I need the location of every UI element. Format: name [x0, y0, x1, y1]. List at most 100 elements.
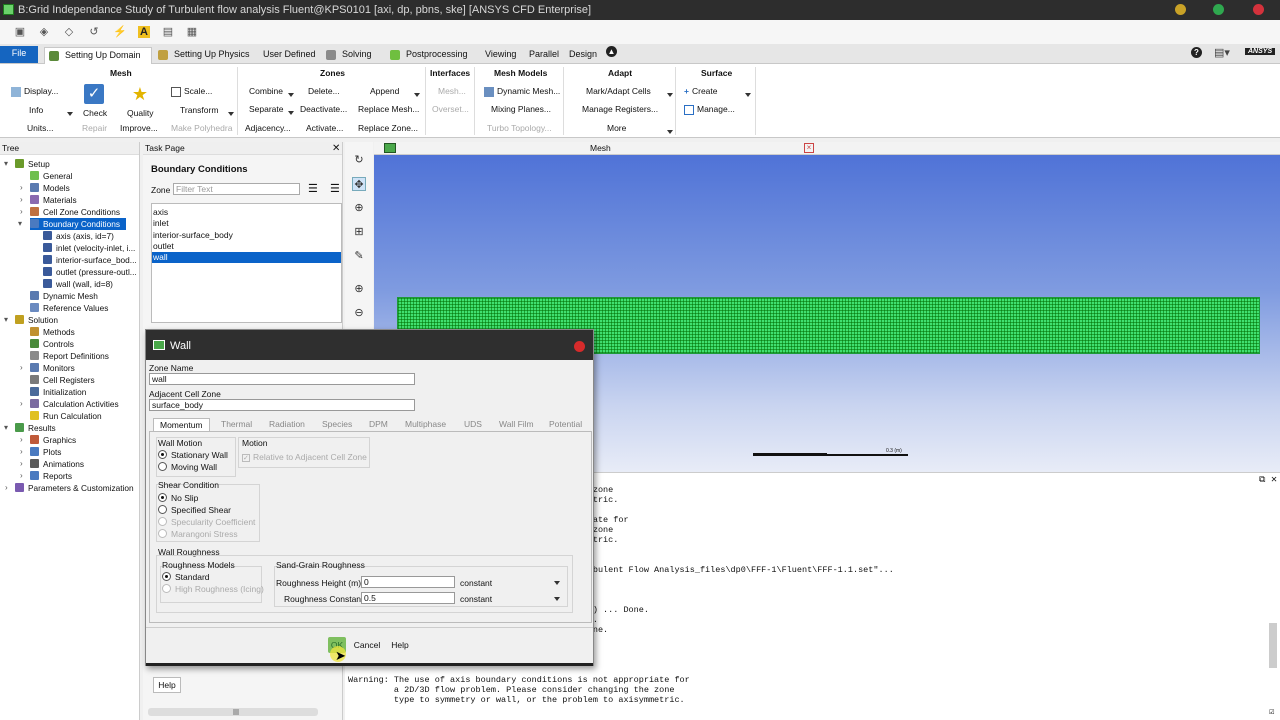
more-button[interactable]: More [607, 123, 626, 133]
marangoni-stress-radio[interactable]: Marangoni Stress [158, 529, 238, 539]
chevron-down-icon[interactable] [228, 112, 234, 116]
tree-item-general[interactable]: General [30, 170, 73, 182]
stationary-wall-radio[interactable]: Stationary Wall [158, 450, 228, 460]
moving-wall-radio[interactable]: Moving Wall [158, 462, 217, 472]
replace-mesh-button[interactable]: Replace Mesh... [358, 104, 419, 114]
new-file-icon[interactable]: ▣ [14, 26, 26, 38]
expand-toggle-icon[interactable]: › [20, 435, 23, 444]
delete-button[interactable]: Delete... [308, 86, 340, 96]
tab-user-defined[interactable]: User Defined [259, 47, 320, 64]
zoom-box-icon[interactable]: ⊞ [352, 225, 366, 239]
chevron-down-icon[interactable] [67, 112, 73, 116]
tree-item-interior[interactable]: interior-surface_bod... [43, 254, 137, 266]
expand-toggle-icon[interactable]: ▾ [4, 423, 8, 432]
tree-item-results[interactable]: Results [15, 422, 56, 434]
tree-item-controls[interactable]: Controls [30, 338, 74, 350]
tab-parallel[interactable]: Parallel [525, 47, 563, 64]
zoom-out-icon[interactable]: ⊖ [352, 306, 366, 320]
tab-radiation[interactable]: Radiation [269, 418, 305, 431]
tab-design[interactable]: Design [565, 47, 601, 64]
expand-toggle-icon[interactable]: ▾ [18, 219, 22, 228]
relative-to-adjacent-checkbox[interactable]: ✓ Relative to Adjacent Cell Zone [242, 452, 367, 462]
expand-toggle-icon[interactable]: › [20, 399, 23, 408]
tree-item-methods[interactable]: Methods [30, 326, 75, 338]
adjacent-cell-zone-input[interactable]: surface_body [149, 399, 415, 411]
scrollbar-thumb[interactable] [233, 709, 239, 715]
autocad-icon[interactable]: A [138, 26, 150, 38]
expand-toggle-icon[interactable]: › [20, 459, 23, 468]
chevron-down-icon[interactable] [288, 93, 294, 97]
help-button[interactable]: Help [386, 637, 414, 653]
undo-icon[interactable]: ↺ [88, 26, 100, 38]
specified-shear-radio[interactable]: Specified Shear [158, 505, 231, 515]
separate-button[interactable]: Separate [249, 104, 284, 114]
close-window-button[interactable] [1253, 4, 1264, 15]
adjacency-button[interactable]: Adjacency... [245, 123, 291, 133]
overset-button[interactable]: Overset... [432, 104, 469, 114]
tree-item-monitors[interactable]: Monitors [30, 362, 75, 374]
rotate-icon[interactable]: ↻ [352, 153, 366, 167]
maximize-button[interactable] [1213, 4, 1224, 15]
check-icon[interactable]: ✓ [84, 84, 104, 104]
tree-item-graphics[interactable]: Graphics [30, 434, 76, 446]
dynamic-mesh-button[interactable]: Dynamic Mesh... [484, 86, 560, 97]
chevron-down-icon[interactable] [288, 111, 294, 115]
tree-item-boundary-conditions[interactable]: Boundary Conditions [30, 218, 127, 230]
chevron-down-icon[interactable] [745, 93, 751, 97]
chevron-down-icon[interactable] [554, 597, 560, 601]
chevron-down-icon[interactable] [554, 581, 560, 585]
tab-file[interactable]: File [0, 46, 38, 63]
tab-setting-up-domain[interactable]: Setting Up Domain [44, 47, 152, 64]
task-help-button[interactable]: Help [153, 677, 181, 693]
close-icon[interactable]: × [804, 143, 814, 153]
tab-potential[interactable]: Potential [549, 418, 582, 431]
repair-button[interactable]: Repair [82, 123, 107, 133]
transform-button[interactable]: Transform [180, 105, 218, 115]
zone-filter-input[interactable]: Filter Text [173, 183, 300, 195]
improve-button[interactable]: Improve... [120, 123, 158, 133]
radio[interactable] [158, 517, 167, 526]
append-button[interactable]: Append [370, 86, 399, 96]
zone-name-input[interactable]: wall [149, 373, 415, 385]
expand-toggle-icon[interactable]: ▾ [4, 315, 8, 324]
combine-button[interactable]: Combine [249, 86, 283, 96]
radio-selected[interactable] [162, 572, 171, 581]
collapse-ribbon-icon[interactable]: ▲ [606, 46, 617, 57]
units-button[interactable]: Units... [27, 123, 53, 133]
expand-toggle-icon[interactable]: › [20, 471, 23, 480]
tree-item-inlet[interactable]: inlet (velocity-inlet, i... [43, 242, 135, 254]
expand-toggle-icon[interactable]: › [5, 483, 8, 492]
radio-selected[interactable] [158, 450, 167, 459]
tree-item-cell-zone-conditions[interactable]: Cell Zone Conditions [30, 206, 120, 218]
probe-icon[interactable]: ✎ [352, 249, 366, 263]
zoom-icon[interactable]: ⊕ [352, 201, 366, 215]
pan-icon[interactable]: ✥ [352, 177, 366, 191]
tree-item-initialization[interactable]: Initialization [30, 386, 86, 398]
list-item[interactable]: interior-surface_body [153, 230, 233, 240]
roughness-constant-method[interactable]: constant [460, 594, 492, 604]
save-icon[interactable]: ◇ [63, 26, 75, 38]
roughness-height-input[interactable]: 0 [361, 576, 455, 588]
radio[interactable] [158, 462, 167, 471]
no-slip-radio[interactable]: No Slip [158, 493, 198, 503]
manage-registers-button[interactable]: Manage Registers... [582, 104, 658, 114]
close-icon[interactable] [574, 341, 585, 352]
deactivate-button[interactable]: Deactivate... [300, 104, 347, 114]
console-scrollbar-thumb[interactable] [1269, 623, 1277, 668]
tree-item-outlet[interactable]: outlet (pressure-outl... [43, 266, 137, 278]
open-file-icon[interactable]: ◈ [38, 26, 50, 38]
activate-button[interactable]: Activate... [306, 123, 343, 133]
list-options-icon[interactable]: ☰ [330, 182, 340, 195]
tree-item-axis[interactable]: axis (axis, id=7) [43, 230, 114, 242]
tree-item-materials[interactable]: Materials [30, 194, 77, 206]
tree-item-plots[interactable]: Plots [30, 446, 61, 458]
create-surface-button[interactable]: + Create [684, 86, 717, 96]
minimize-button[interactable] [1175, 4, 1186, 15]
expand-toggle-icon[interactable]: › [20, 195, 23, 204]
tab-solving[interactable]: Solving [322, 47, 376, 64]
quality-icon[interactable]: ★ [130, 84, 150, 104]
expand-toggle-icon[interactable]: › [20, 207, 23, 216]
tab-postprocessing[interactable]: Postprocessing [386, 47, 472, 64]
settings-icon[interactable]: ⚡ [113, 26, 127, 38]
tree-item-reference-values[interactable]: Reference Values [30, 302, 108, 314]
